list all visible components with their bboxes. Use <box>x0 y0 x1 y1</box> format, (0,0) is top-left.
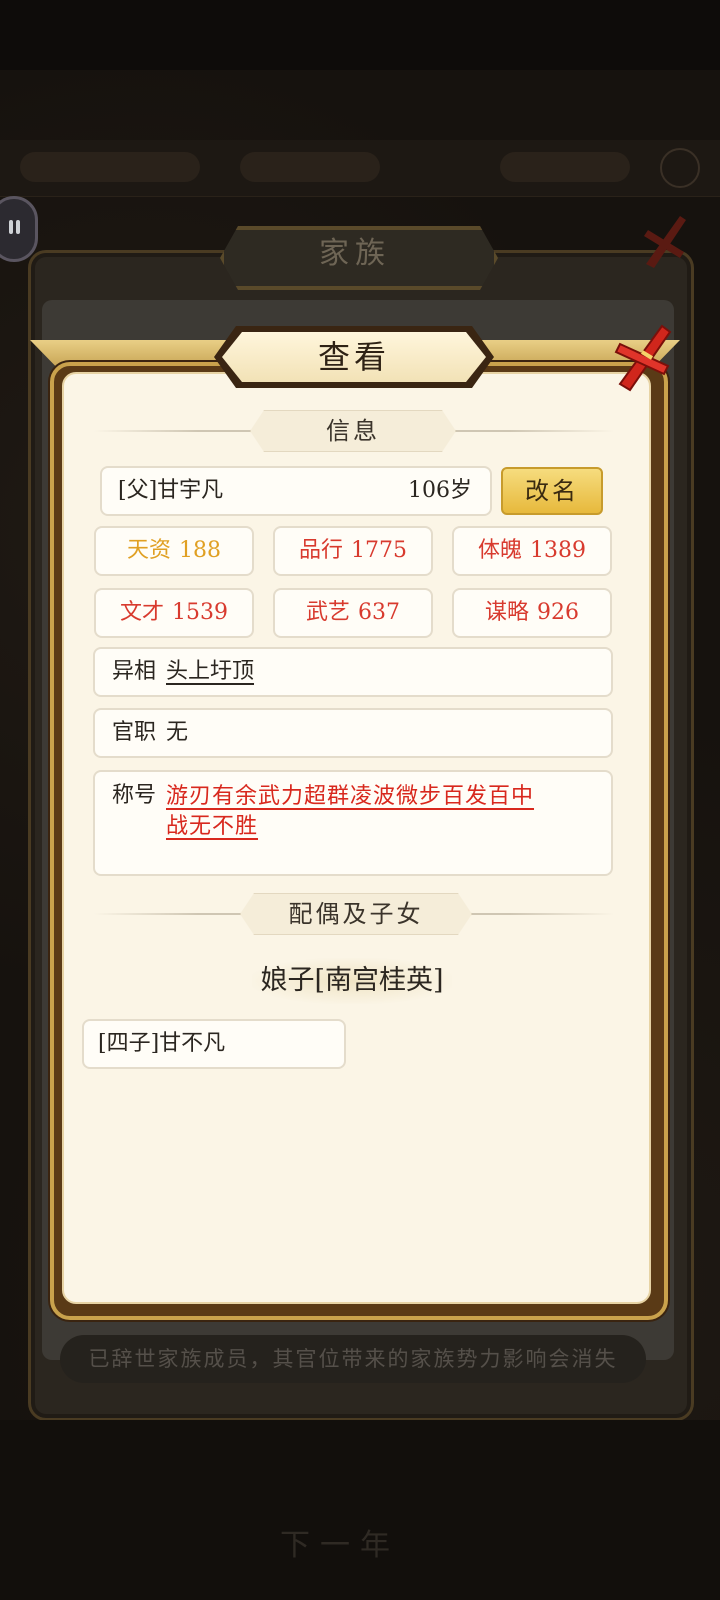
stat-literary: 文才 1539 <box>94 588 254 638</box>
stat-label: 文才 <box>119 600 164 625</box>
stat-physique: 体魄 1389 <box>452 526 612 576</box>
bottom-nav-bar <box>0 1420 720 1600</box>
rename-button[interactable]: 改名 <box>501 467 603 515</box>
stat-label: 体魄 <box>477 538 522 563</box>
deceased-notice: 已辞世家族成员，其官位带来的家族势力影响会消失 <box>60 1335 646 1383</box>
background-resource-pill <box>20 152 200 182</box>
titles-line[interactable]: 游刃有余武力超群凌波微步百发百中 <box>166 784 534 809</box>
stat-label: 武艺 <box>305 600 350 625</box>
background-help-icon <box>660 148 700 188</box>
next-year-hint: 下一年 <box>280 1528 400 1563</box>
stat-value: 188 <box>179 538 221 563</box>
titles-label: 称号 <box>112 783 157 808</box>
info-section-header: 信息 <box>250 410 456 452</box>
stat-value: 1539 <box>172 600 228 625</box>
stat-conduct: 品行 1775 <box>273 526 433 576</box>
trait-value[interactable]: 头上圩顶 <box>166 647 254 697</box>
stat-label: 谋略 <box>484 600 529 625</box>
child-name: [四子]甘不凡 <box>98 1031 226 1056</box>
stat-talent: 天资 188 <box>94 526 254 576</box>
close-icon[interactable] <box>612 322 674 394</box>
family-panel-title: 家族 <box>319 236 391 271</box>
family-panel-close-icon <box>644 216 686 268</box>
chat-bubble-icon[interactable] <box>0 196 38 262</box>
family-section-header: 配偶及子女 <box>240 893 472 935</box>
spouse-entry[interactable]: 娘子[南宫桂英] <box>252 958 452 1004</box>
member-name: [父]甘宇凡 <box>118 478 224 503</box>
dialog-title: 查看 <box>317 338 390 376</box>
background-resource-pill <box>500 152 630 182</box>
office-label: 官职 <box>112 720 157 745</box>
titles-list[interactable]: 游刃有余武力超群凌波微步百发百中 战无不胜 <box>166 782 586 842</box>
stat-label: 品行 <box>298 538 343 563</box>
stat-value: 637 <box>358 600 400 625</box>
office-value: 无 <box>166 720 189 745</box>
stat-strategy: 谋略 926 <box>452 588 612 638</box>
titles-line[interactable]: 战无不胜 <box>166 814 258 839</box>
background-resource-pill <box>240 152 380 182</box>
stat-label: 天资 <box>126 538 171 563</box>
stat-value: 926 <box>537 600 579 625</box>
stat-value: 1775 <box>351 538 407 563</box>
trait-label: 异相 <box>112 659 157 684</box>
stat-value: 1389 <box>530 538 586 563</box>
stat-martial: 武艺 637 <box>273 588 433 638</box>
member-age: 106岁 <box>408 478 472 503</box>
